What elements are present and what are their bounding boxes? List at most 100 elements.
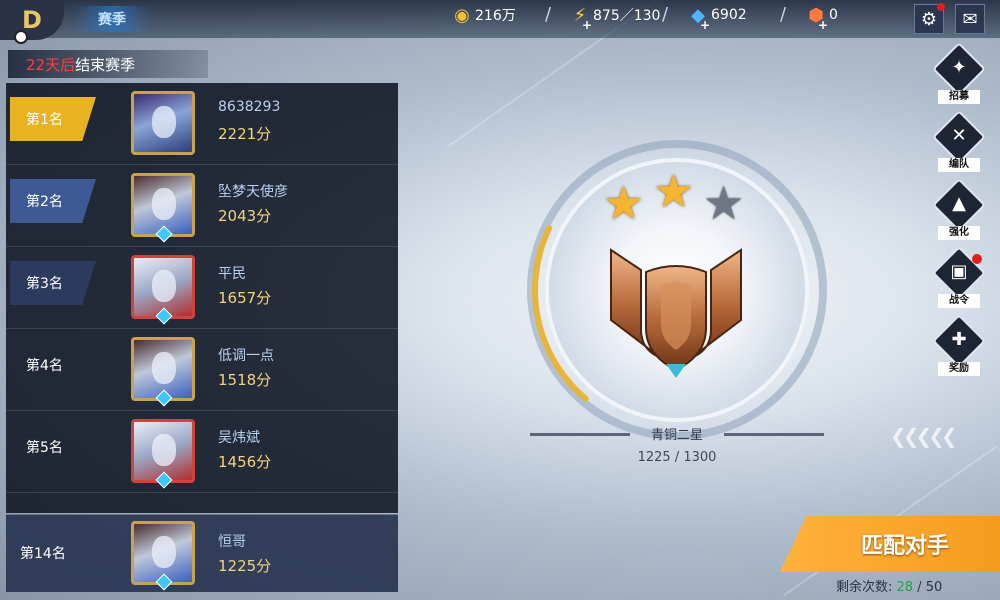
avatar[interactable] (131, 337, 195, 407)
crossed-swords-icon: ✕ (951, 125, 967, 146)
side-button-label: 招募 (938, 90, 980, 104)
leaderboard[interactable]: 第1名 8638293 2221分 第2名 坠梦天使彦 2043分 第3名 平民… (6, 83, 398, 513)
remaining-current: 28 (896, 580, 914, 595)
side-button-rewards[interactable]: ✚ 奖励 (932, 314, 986, 376)
resource-separator: / (545, 4, 552, 25)
leaderboard-row[interactable]: 第4名 低调一点 1518分 (6, 329, 398, 411)
gem-icon (155, 471, 173, 489)
season-end-label: 结束赛季 (75, 55, 136, 74)
player-score: 2043分 (218, 207, 272, 225)
side-button-label: 战令 (938, 294, 980, 308)
energy-value: 875／130 (593, 8, 661, 24)
avatar[interactable] (131, 255, 195, 325)
hero-portrait (152, 352, 176, 384)
match-opponent-button[interactable]: 匹配对手 (780, 516, 1000, 572)
player-name: 低调一点 (218, 348, 274, 364)
star-icon: ★ (603, 176, 645, 230)
my-name: 恒哥 (218, 534, 246, 550)
rank-label: 第5名 (26, 440, 63, 456)
resource-separator: / (780, 4, 787, 25)
star-empty-icon: ★ (703, 176, 745, 230)
star-icon: ★ (653, 164, 695, 218)
leaderboard-row[interactable]: 第1名 8638293 2221分 (6, 83, 398, 165)
diamond-plus-icon[interactable]: + (700, 18, 710, 32)
notification-dot (972, 254, 982, 264)
side-button-enhance[interactable]: ▲ 强化 (932, 178, 986, 240)
chevron-decoration-icon: ❮❮❮❮❮ (890, 424, 958, 448)
settings-button[interactable]: ⚙ (914, 3, 945, 34)
recruit-icon: ✦ (951, 57, 967, 78)
hero-portrait (152, 434, 176, 466)
player-name: 平民 (218, 266, 246, 282)
avatar[interactable] (131, 173, 195, 243)
player-score: 1518分 (218, 371, 272, 389)
my-rank-row[interactable]: 第14名 恒哥 1225分 (6, 514, 398, 592)
gem-plus-icon[interactable]: + (818, 18, 828, 32)
page-title: 赛季 (72, 6, 152, 32)
energy-counter[interactable]: ⚡ + 875／130 (570, 4, 661, 33)
side-button-label: 奖励 (938, 362, 980, 376)
my-avatar[interactable] (131, 521, 195, 591)
hero-portrait (152, 536, 176, 568)
scroll-icon: ▣ (950, 261, 968, 282)
gift-icon: ✚ (951, 329, 967, 350)
remaining-total: 50 (925, 580, 943, 595)
my-score: 1225分 (218, 557, 272, 575)
my-rank-label: 第14名 (20, 546, 66, 562)
energy-plus-icon[interactable]: + (582, 18, 592, 32)
rank-emblem[interactable]: ★ ★ ★ (527, 140, 827, 440)
side-button-recruit[interactable]: ✦ 招募 (932, 42, 986, 104)
player-score: 1657分 (218, 289, 272, 307)
back-button[interactable]: D (0, 0, 64, 40)
player-name: 坠梦天使彦 (218, 184, 288, 200)
anvil-icon: ▲ (952, 193, 966, 214)
gold-coin-icon: ◉ (454, 4, 470, 26)
avatar[interactable] (131, 419, 195, 489)
diamond-value: 6902 (711, 7, 747, 23)
side-button-formation[interactable]: ✕ 编队 (932, 110, 986, 172)
player-name: 吴炜斌 (218, 430, 260, 446)
mail-button[interactable]: ✉ (955, 4, 985, 34)
gem-icon (155, 573, 173, 591)
mail-icon: ✉ (962, 8, 978, 30)
rank-tier: 青铜二星 (650, 428, 703, 443)
days-left: 22天后 (26, 55, 76, 74)
bronze-shield-icon (610, 248, 742, 378)
gold-counter[interactable]: ◉ 216万 (452, 4, 516, 26)
remaining-separator: / (917, 580, 926, 595)
diamond-counter[interactable]: ◆ + 6902 (688, 4, 747, 33)
gold-value: 216万 (475, 8, 516, 24)
leaderboard-row[interactable]: 第2名 坠梦天使彦 2043分 (6, 165, 398, 247)
remaining-label: 剩余次数: (836, 580, 893, 595)
rank-badge: 第3名 (10, 261, 96, 305)
season-countdown: 22天后 结束赛季 (8, 50, 208, 78)
hero-portrait (152, 106, 176, 138)
remaining-attempts: 剩余次数: 28 / 50 (836, 576, 942, 595)
top-bar: D 赛季 ◉ 216万 / ⚡ + 875／130 / ◆ + 6902 / ⬢… (0, 0, 1000, 44)
gem-icon (155, 225, 173, 243)
leaderboard-row[interactable]: 第5名 吴炜斌 1456分 (6, 411, 398, 493)
avatar[interactable] (131, 91, 195, 155)
rank-badge: 第2名 (10, 179, 96, 223)
back-icon: D (22, 6, 42, 34)
notification-dot (937, 3, 945, 11)
gem-icon (155, 307, 173, 325)
rank-points: 1225 / 1300 (637, 450, 717, 465)
resource-separator: / (662, 4, 669, 25)
gear-icon: ⚙ (920, 8, 938, 30)
player-score: 2221分 (218, 125, 272, 143)
hero-portrait (152, 188, 176, 220)
player-score: 1456分 (218, 453, 272, 471)
side-button-battle-pass[interactable]: ▣ 战令 (932, 246, 986, 308)
rank-badge: 第1名 (10, 97, 96, 141)
rank-label: 第4名 (26, 358, 63, 374)
leaderboard-row[interactable]: 第3名 平民 1657分 (6, 247, 398, 329)
gem-value: 0 (829, 7, 838, 23)
player-name: 8638293 (218, 99, 281, 115)
hero-portrait (152, 270, 176, 302)
gem-icon (155, 389, 173, 407)
side-button-label: 强化 (938, 226, 980, 240)
notification-dot (14, 30, 28, 44)
side-button-label: 编队 (938, 158, 980, 172)
gem-counter[interactable]: ⬢ + 0 (806, 4, 838, 33)
